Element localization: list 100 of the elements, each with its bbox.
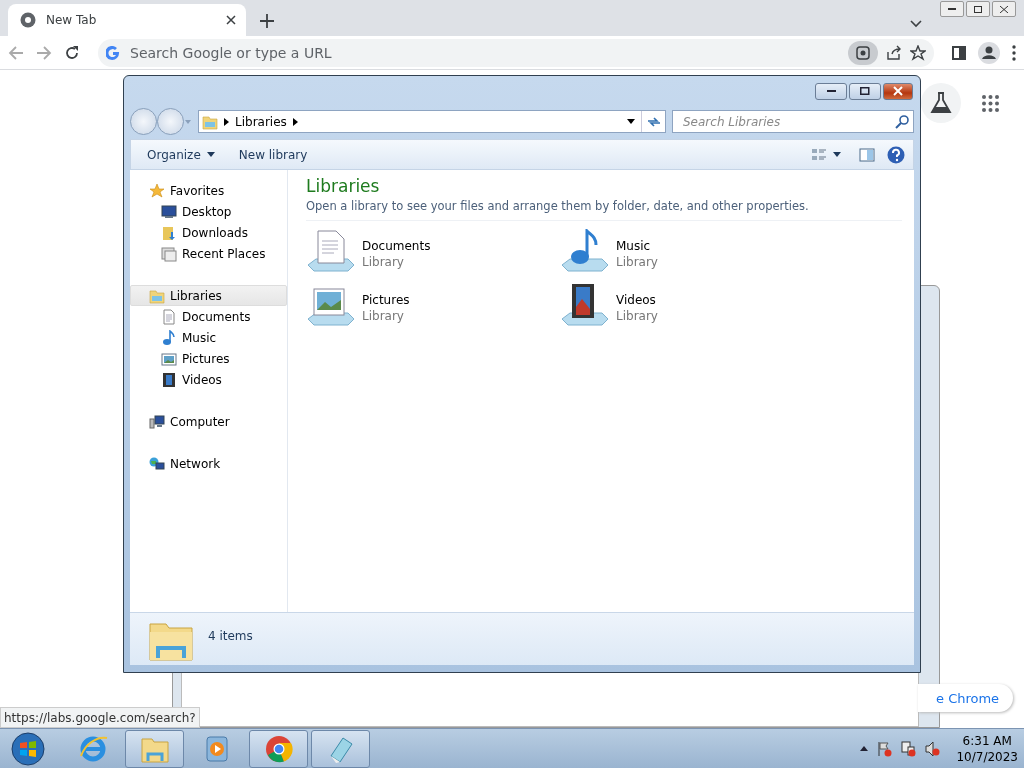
- chrome-promo-link[interactable]: e Chrome: [918, 684, 1014, 712]
- caret-icon[interactable]: [627, 119, 635, 124]
- nav-label: Pictures: [182, 351, 230, 366]
- close-button[interactable]: [883, 82, 913, 100]
- nav-item[interactable]: Downloads: [130, 222, 287, 243]
- minimize-icon: [826, 90, 836, 92]
- browser-tab[interactable]: New Tab: [8, 4, 246, 36]
- picture-icon: [161, 350, 177, 367]
- nav-label: Recent Places: [182, 246, 266, 261]
- library-name[interactable]: Pictures: [362, 293, 410, 307]
- section-heading: Libraries: [306, 176, 381, 196]
- document-icon: [161, 308, 177, 325]
- close-icon: [893, 86, 903, 96]
- nav-label: Downloads: [182, 225, 248, 240]
- nav-item[interactable]: Videos: [130, 369, 287, 390]
- nav-item[interactable]: Network: [130, 453, 287, 474]
- windows-orb-icon: [11, 731, 45, 766]
- nav-item[interactable]: Recent Places: [130, 243, 287, 264]
- maximize-icon: [860, 87, 870, 95]
- search-field[interactable]: Search Libraries: [672, 110, 914, 133]
- restore-icon: [974, 5, 982, 13]
- arrow-icon[interactable]: [224, 117, 229, 126]
- address-field[interactable]: Libraries: [198, 110, 666, 133]
- library-type: Library: [362, 309, 405, 323]
- monitor-icon: [161, 203, 177, 220]
- nav-label: Music: [182, 330, 217, 345]
- network-globe-icon: [149, 455, 165, 472]
- toolbar-button[interactable]: New library: [232, 143, 314, 166]
- music-library-icon: [560, 229, 610, 275]
- nav-label: Favorites: [170, 183, 225, 198]
- minimize-button[interactable]: [940, 1, 964, 17]
- side-panel-icon[interactable]: [952, 45, 966, 60]
- status-url: https://labs.google.com/search?: [0, 707, 200, 728]
- google-logo-icon: [106, 45, 120, 60]
- nav-item[interactable]: Documents: [130, 306, 287, 327]
- apps-grid-icon: [981, 94, 999, 112]
- reload-icon[interactable]: [64, 44, 80, 61]
- refresh-icon: [646, 115, 661, 128]
- restore-button[interactable]: [966, 1, 990, 17]
- lens-button[interactable]: [848, 40, 878, 65]
- close-button[interactable]: [992, 1, 1016, 17]
- nav-label: Videos: [182, 372, 222, 387]
- view-list-icon: [811, 146, 827, 163]
- star-outline-icon[interactable]: [910, 44, 926, 61]
- music-note-icon: [161, 329, 177, 346]
- speaker-icon[interactable]: [924, 740, 941, 757]
- taskbar-button[interactable]: [311, 729, 370, 768]
- library-type: Library: [362, 255, 405, 269]
- star-icon: [149, 182, 165, 199]
- share-icon[interactable]: [886, 44, 902, 61]
- chrome-logo-icon: [20, 12, 36, 28]
- minimize-button[interactable]: [815, 82, 847, 100]
- folder-download-icon: [161, 224, 177, 241]
- document-library-icon: [306, 229, 356, 275]
- caret-icon: [833, 152, 841, 157]
- help-icon[interactable]: [887, 145, 905, 164]
- item-count: 4 items: [208, 629, 253, 643]
- nav-item[interactable]: Pictures: [130, 348, 287, 369]
- caret-icon[interactable]: [860, 746, 869, 751]
- nav-label: Libraries: [170, 288, 222, 303]
- menu-icon[interactable]: [1012, 44, 1016, 61]
- network-icon[interactable]: [900, 740, 917, 757]
- library-folder-icon: [202, 113, 218, 130]
- minimize-icon: [948, 8, 956, 10]
- library-type: Library: [616, 255, 658, 269]
- toolbar-button[interactable]: Organize: [141, 143, 221, 166]
- nav-label: Network: [170, 456, 221, 471]
- caret-icon[interactable]: [910, 20, 922, 28]
- nav-label: Desktop: [182, 204, 232, 219]
- flask-icon: [930, 92, 952, 114]
- description-text: Open a library to see your files and arrange them by folder, date, and other properties.: [306, 199, 902, 221]
- taskbar-button[interactable]: [125, 729, 184, 768]
- labs-button[interactable]: [921, 83, 961, 123]
- library-name[interactable]: Videos: [616, 293, 658, 307]
- library-name[interactable]: Music: [616, 239, 658, 253]
- start-button[interactable]: [8, 729, 48, 768]
- address-bar[interactable]: Search Google or type a URL: [98, 38, 934, 67]
- maximize-button[interactable]: [849, 82, 881, 100]
- nav-item[interactable]: Desktop: [130, 201, 287, 222]
- new-tab-icon[interactable]: [260, 14, 274, 28]
- clock-date[interactable]: 10/7/2023: [956, 748, 1018, 765]
- nav-item[interactable]: Favorites: [130, 180, 287, 201]
- nav-item[interactable]: Music: [130, 327, 287, 348]
- library-type: Library: [616, 309, 658, 323]
- clock-time[interactable]: 6:31 AM: [962, 732, 1012, 749]
- address-input[interactable]: Search Google or type a URL: [128, 43, 840, 62]
- nav-item[interactable]: Libraries: [130, 285, 287, 306]
- arrow-icon[interactable]: [292, 117, 298, 126]
- profile-icon[interactable]: [978, 41, 1000, 64]
- chrome-logo-icon: [263, 733, 294, 764]
- taskbar-button[interactable]: [249, 729, 308, 768]
- tab-title: New Tab: [46, 13, 98, 27]
- close-icon[interactable]: [226, 15, 236, 25]
- library-name[interactable]: Documents: [362, 239, 431, 253]
- nav-label: Documents: [182, 309, 251, 324]
- breadcrumb-item[interactable]: Libraries: [235, 114, 287, 129]
- video-library-icon: [560, 283, 610, 329]
- nav-item[interactable]: Computer: [130, 411, 287, 432]
- flag-icon[interactable]: [876, 740, 893, 757]
- close-icon: [1000, 5, 1008, 13]
